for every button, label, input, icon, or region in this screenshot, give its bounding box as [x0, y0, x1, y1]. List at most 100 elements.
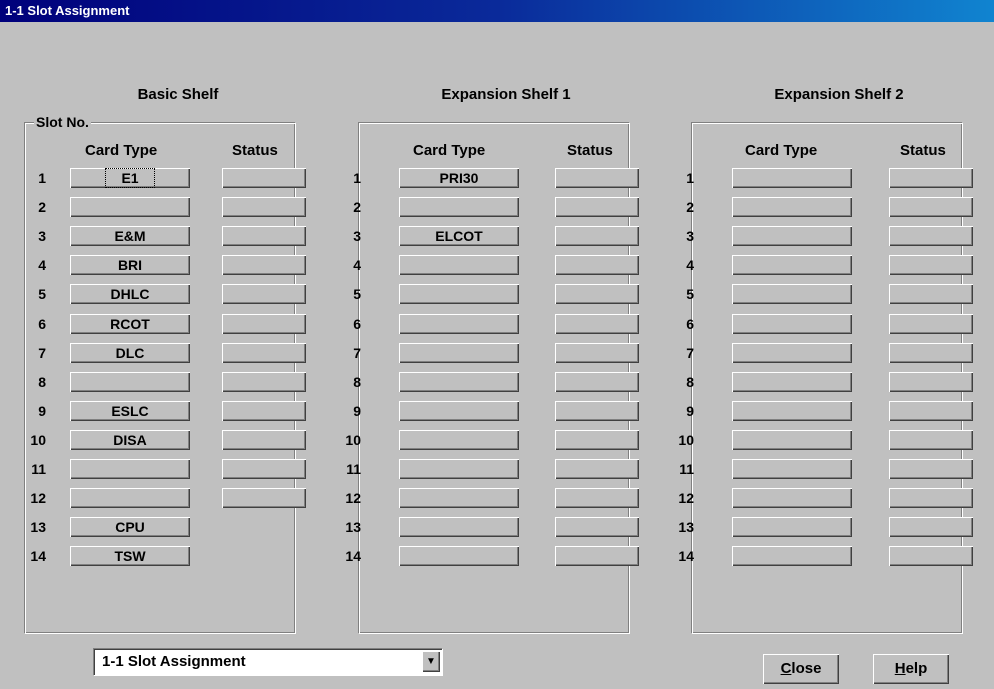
- card-type-label: E1: [105, 168, 155, 188]
- slot-number: 2: [38, 199, 46, 215]
- status-button[interactable]: [555, 226, 639, 246]
- card-type-button[interactable]: CPU: [70, 517, 190, 537]
- status-button[interactable]: [889, 430, 973, 450]
- card-type-button[interactable]: [732, 314, 852, 334]
- card-type-button[interactable]: [70, 197, 190, 217]
- slot-number: 2: [353, 199, 361, 215]
- card-type-button[interactable]: [70, 488, 190, 508]
- card-type-button[interactable]: [399, 459, 519, 479]
- card-type-button[interactable]: [399, 488, 519, 508]
- slot-number: 11: [31, 461, 46, 477]
- status-button[interactable]: [889, 197, 973, 217]
- status-button[interactable]: [222, 459, 306, 479]
- card-type-button[interactable]: ELCOT: [399, 226, 519, 246]
- card-type-button[interactable]: [732, 488, 852, 508]
- status-button[interactable]: [555, 197, 639, 217]
- card-type-button[interactable]: TSW: [70, 546, 190, 566]
- status-button[interactable]: [889, 372, 973, 392]
- status-button[interactable]: [222, 168, 306, 188]
- status-button[interactable]: [555, 284, 639, 304]
- status-button[interactable]: [555, 372, 639, 392]
- status-button[interactable]: [222, 372, 306, 392]
- card-type-button[interactable]: [399, 314, 519, 334]
- status-button[interactable]: [222, 401, 306, 421]
- card-type-button[interactable]: [399, 430, 519, 450]
- menu-select[interactable]: 1-1 Slot Assignment ▼: [93, 648, 443, 676]
- card-type-button[interactable]: [732, 226, 852, 246]
- card-type-button[interactable]: ESLC: [70, 401, 190, 421]
- status-button[interactable]: [889, 314, 973, 334]
- status-button[interactable]: [555, 459, 639, 479]
- status-button[interactable]: [889, 255, 973, 275]
- status-button[interactable]: [555, 314, 639, 334]
- shelf-title: Expansion Shelf 2: [774, 86, 904, 103]
- status-button[interactable]: [222, 430, 306, 450]
- card-type-button[interactable]: PRI30: [399, 168, 519, 188]
- status-button[interactable]: [222, 343, 306, 363]
- slot-number: 9: [38, 403, 46, 419]
- status-button[interactable]: [222, 314, 306, 334]
- card-type-button[interactable]: [399, 343, 519, 363]
- status-header: Status: [900, 142, 946, 159]
- card-type-button[interactable]: [732, 459, 852, 479]
- status-button[interactable]: [222, 255, 306, 275]
- card-type-button[interactable]: [732, 546, 852, 566]
- status-button[interactable]: [889, 343, 973, 363]
- status-button[interactable]: [555, 343, 639, 363]
- status-button[interactable]: [889, 546, 973, 566]
- close-button[interactable]: Close: [763, 654, 839, 684]
- status-button[interactable]: [555, 430, 639, 450]
- status-button[interactable]: [889, 168, 973, 188]
- card-type-button[interactable]: [399, 372, 519, 392]
- status-button[interactable]: [889, 517, 973, 537]
- status-button[interactable]: [555, 401, 639, 421]
- card-type-button[interactable]: BRI: [70, 255, 190, 275]
- status-button[interactable]: [222, 488, 306, 508]
- card-type-button[interactable]: [399, 401, 519, 421]
- status-button[interactable]: [555, 488, 639, 508]
- status-button[interactable]: [222, 197, 306, 217]
- card-type-button[interactable]: [399, 197, 519, 217]
- card-type-button[interactable]: [732, 401, 852, 421]
- shelf-title: Expansion Shelf 1: [441, 86, 571, 103]
- chevron-down-icon[interactable]: ▼: [422, 651, 440, 672]
- slot-no-label: Slot No.: [34, 114, 91, 130]
- status-button[interactable]: [555, 255, 639, 275]
- status-button[interactable]: [555, 546, 639, 566]
- card-type-button[interactable]: DLC: [70, 343, 190, 363]
- card-type-label: DHLC: [110, 286, 150, 302]
- card-type-button[interactable]: [732, 372, 852, 392]
- status-button[interactable]: [555, 168, 639, 188]
- help-button[interactable]: Help: [873, 654, 949, 684]
- card-type-button[interactable]: [732, 197, 852, 217]
- card-type-button[interactable]: [399, 255, 519, 275]
- menu-select-value: 1-1 Slot Assignment: [102, 653, 246, 670]
- status-button[interactable]: [889, 488, 973, 508]
- card-type-button[interactable]: [399, 284, 519, 304]
- card-type-button[interactable]: DISA: [70, 430, 190, 450]
- card-type-button[interactable]: [732, 284, 852, 304]
- slot-number: 12: [30, 490, 46, 506]
- slot-number: 5: [38, 286, 46, 302]
- card-type-button[interactable]: DHLC: [70, 284, 190, 304]
- status-button[interactable]: [222, 284, 306, 304]
- card-type-button[interactable]: [732, 255, 852, 275]
- card-type-button[interactable]: [399, 546, 519, 566]
- card-type-button[interactable]: E&M: [70, 226, 190, 246]
- card-type-button[interactable]: E1: [70, 168, 190, 188]
- status-button[interactable]: [889, 284, 973, 304]
- card-type-button[interactable]: RCOT: [70, 314, 190, 334]
- status-button[interactable]: [555, 517, 639, 537]
- card-type-button[interactable]: [70, 459, 190, 479]
- status-button[interactable]: [889, 226, 973, 246]
- card-type-button[interactable]: [732, 517, 852, 537]
- status-button[interactable]: [889, 401, 973, 421]
- shelf-title: Basic Shelf: [137, 86, 219, 103]
- card-type-button[interactable]: [399, 517, 519, 537]
- card-type-button[interactable]: [70, 372, 190, 392]
- card-type-button[interactable]: [732, 343, 852, 363]
- status-button[interactable]: [889, 459, 973, 479]
- card-type-button[interactable]: [732, 168, 852, 188]
- status-button[interactable]: [222, 226, 306, 246]
- card-type-button[interactable]: [732, 430, 852, 450]
